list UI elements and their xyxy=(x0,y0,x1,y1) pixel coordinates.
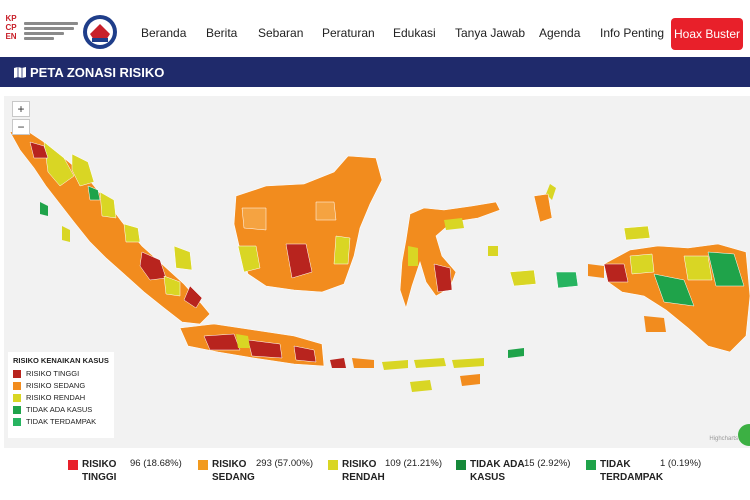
legend-label-risiko-rendah: RISIKO RENDAH xyxy=(26,393,86,402)
nav-peraturan[interactable]: Peraturan xyxy=(322,26,375,40)
zoom-out-button[interactable]: − xyxy=(12,119,30,135)
legend-swatch-tidak-ada-kasus xyxy=(13,405,21,414)
nav-info-penting[interactable]: Info Penting xyxy=(600,26,664,40)
nav-berita[interactable]: Berita xyxy=(206,26,237,40)
legend-label-risiko-tinggi: RISIKO TINGGI xyxy=(26,369,80,378)
nav-tanya-jawab[interactable]: Tanya Jawab xyxy=(455,26,525,40)
section-header: PETA ZONASI RISIKO xyxy=(0,57,750,87)
kpcpen-logo-row: EN xyxy=(5,32,17,41)
indonesia-map[interactable] xyxy=(4,96,750,448)
legend-item-risiko-rendah[interactable]: RISIKO RENDAH xyxy=(13,393,109,402)
sulawesi-island[interactable] xyxy=(399,184,556,310)
legend-item-tidak-terdampak[interactable]: TIDAK TERDAMPAK xyxy=(13,417,109,426)
legend-swatch-tidak-terdampak xyxy=(13,417,21,426)
section-title: PETA ZONASI RISIKO xyxy=(30,64,165,80)
stat-label-tidak-terdampak: TIDAK TERDAMPAK xyxy=(600,459,664,483)
stat-swatch-risiko-rendah xyxy=(328,460,338,470)
stat-swatch-tidak-terdampak xyxy=(586,460,596,470)
stat-value-risiko-sedang: 293 (57.00%) xyxy=(256,458,314,469)
kpcpen-logo-row: CP xyxy=(5,23,17,32)
legend-swatch-risiko-sedang xyxy=(13,381,21,390)
legend-item-risiko-sedang[interactable]: RISIKO SEDANG xyxy=(13,381,109,390)
legend-item-tidak-ada-kasus[interactable]: TIDAK ADA KASUS xyxy=(13,405,109,414)
legend-label-risiko-sedang: RISIKO SEDANG xyxy=(26,381,86,390)
nav-agenda[interactable]: Agenda xyxy=(539,26,580,40)
risk-stats-bar: RISIKO TINGGI 96 (18.68%) RISIKO SEDANG … xyxy=(0,452,750,500)
maluku-islands[interactable] xyxy=(488,193,604,289)
map-icon xyxy=(14,66,26,78)
sumatra-island[interactable] xyxy=(9,129,211,325)
top-navbar: KP CP EN Beranda Berita Sebaran Peraturan … xyxy=(0,0,750,60)
nav-sebaran[interactable]: Sebaran xyxy=(258,26,303,40)
legend-swatch-risiko-tinggi xyxy=(13,369,21,378)
stat-value-tidak-ada-kasus: 15 (2.92%) xyxy=(524,458,571,469)
legend-item-risiko-tinggi[interactable]: RISIKO TINGGI xyxy=(13,369,109,378)
stat-value-risiko-tinggi: 96 (18.68%) xyxy=(130,458,182,469)
stat-swatch-risiko-tinggi xyxy=(68,460,78,470)
stat-swatch-tidak-ada-kasus xyxy=(456,460,466,470)
stat-label-tidak-ada-kasus: TIDAK ADA KASUS xyxy=(470,459,525,483)
map-credit[interactable]: Highcharts xyxy=(709,436,738,442)
kalimantan-island[interactable] xyxy=(233,155,383,293)
legend-label-tidak-terdampak: TIDAK TERDAMPAK xyxy=(26,417,97,426)
kpcpen-logo-letters: KP CP EN xyxy=(2,14,20,50)
emblem-logo[interactable] xyxy=(82,14,118,50)
kpcpen-logo-text-lines xyxy=(24,22,78,42)
risk-zone-map[interactable]: + − Highcharts xyxy=(4,96,750,448)
map-legend: RISIKO KENAIKAN KASUS RISIKO TINGGI RISI… xyxy=(8,352,114,438)
hoax-buster-button[interactable]: Hoax Buster xyxy=(671,18,743,50)
nusa-tenggara-islands[interactable] xyxy=(330,316,666,392)
legend-label-tidak-ada-kasus: TIDAK ADA KASUS xyxy=(26,405,93,414)
kpcpen-logo-row: KP xyxy=(5,14,17,23)
papua-island[interactable] xyxy=(603,225,750,353)
stat-swatch-risiko-sedang xyxy=(198,460,208,470)
legend-title: RISIKO KENAIKAN KASUS xyxy=(13,356,109,365)
zoom-in-button[interactable]: + xyxy=(12,101,30,117)
nav-beranda[interactable]: Beranda xyxy=(141,26,186,40)
kpcpen-logo[interactable]: KP CP EN xyxy=(2,14,78,50)
stat-value-tidak-terdampak: 1 (0.19%) xyxy=(660,458,702,469)
legend-swatch-risiko-rendah xyxy=(13,393,21,402)
stat-value-risiko-rendah: 109 (21.21%) xyxy=(385,458,443,469)
java-island[interactable] xyxy=(179,323,325,367)
nav-edukasi[interactable]: Edukasi xyxy=(393,26,436,40)
